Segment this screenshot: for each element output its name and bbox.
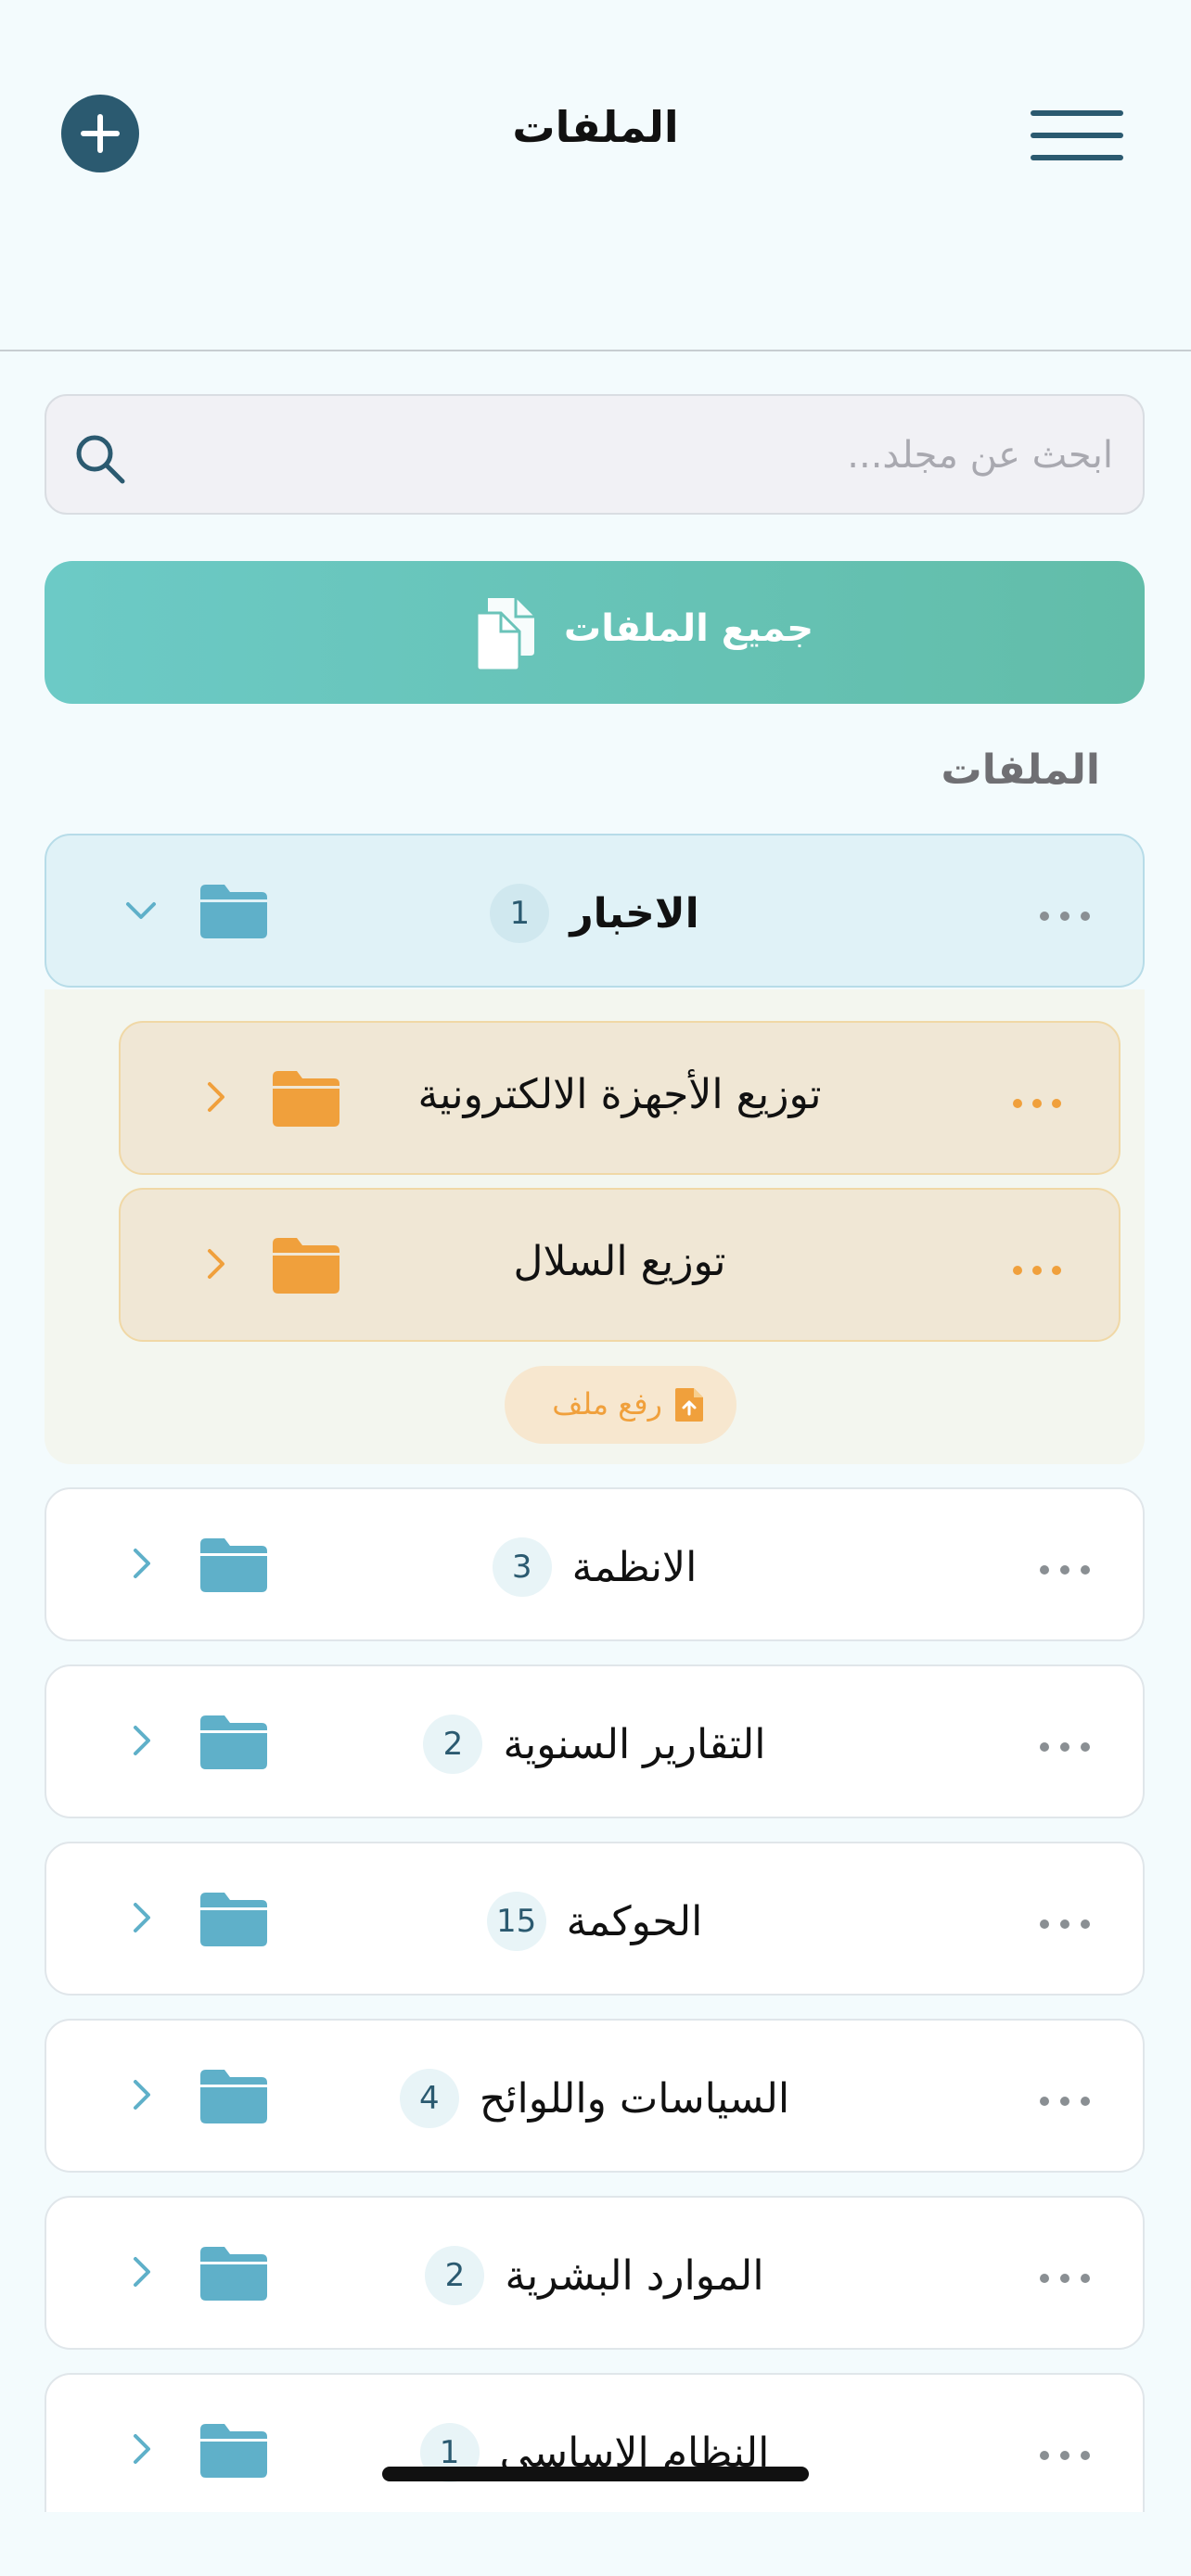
subfolder-row[interactable]: توزيع السلال — [119, 1188, 1121, 1342]
count-badge: 15 — [486, 1892, 546, 1951]
folder-row[interactable]: التقارير السنوية 2 — [45, 1664, 1145, 1818]
section-title: الملفات — [941, 746, 1100, 794]
count-badge: 1 — [490, 884, 550, 943]
more-options-icon[interactable] — [1037, 910, 1093, 923]
folder-label: السياسات واللوائح 4 — [46, 2069, 1143, 2128]
folder-name: الموارد البشرية — [505, 2251, 764, 2300]
folder-label: الحوكمة 15 — [46, 1892, 1143, 1951]
more-options-icon[interactable] — [1037, 1918, 1093, 1931]
search-input[interactable] — [167, 396, 1115, 515]
more-options-icon[interactable] — [1011, 1264, 1063, 1277]
folder-row[interactable]: السياسات واللوائح 4 — [45, 2019, 1145, 2173]
subfolder-name: توزيع السلال — [513, 1238, 726, 1285]
folder-label: الاخبار 1 — [46, 884, 1143, 943]
all-files-label: جميع الملفات — [564, 607, 814, 650]
home-indicator — [382, 2467, 809, 2481]
folder-row[interactable]: الاخبار 1 — [45, 834, 1145, 988]
more-options-icon[interactable] — [1037, 1741, 1093, 1753]
upload-file-icon — [675, 1388, 703, 1422]
more-options-icon[interactable] — [1037, 2272, 1093, 2285]
folder-name: السياسات واللوائح — [479, 2074, 790, 2123]
subfolder-panel: توزيع الأجهزة الالكترونية توزيع السلال ر… — [45, 989, 1145, 1464]
menu-button[interactable] — [1030, 108, 1124, 163]
upload-file-button[interactable]: رفع ملف — [505, 1366, 736, 1444]
folder-row[interactable]: الانظمة 3 — [45, 1487, 1145, 1641]
folder-label: التقارير السنوية 2 — [46, 1715, 1143, 1774]
folder-name: التقارير السنوية — [503, 1720, 766, 1768]
folder-row[interactable]: النظام الاساسي 1 — [45, 2373, 1145, 2512]
count-badge: 4 — [399, 2069, 459, 2128]
search-box — [45, 394, 1145, 515]
header: الملفات — [0, 0, 1191, 351]
subfolder-name: توزيع الأجهزة الالكترونية — [417, 1071, 822, 1118]
folder-row[interactable]: الموارد البشرية 2 — [45, 2196, 1145, 2350]
files-icon — [475, 598, 534, 672]
folder-name: الاخبار — [570, 889, 699, 937]
hamburger-menu-icon — [1031, 110, 1123, 160]
all-files-button[interactable]: جميع الملفات — [45, 561, 1145, 704]
folder-name: الانظمة — [571, 1543, 698, 1591]
more-options-icon[interactable] — [1011, 1097, 1063, 1110]
search-icon[interactable] — [72, 431, 128, 487]
upload-file-label: رفع ملف — [552, 1386, 662, 1422]
count-badge: 2 — [425, 2246, 485, 2305]
subfolder-row[interactable]: توزيع الأجهزة الالكترونية — [119, 1021, 1121, 1175]
folder-label: الانظمة 3 — [46, 1537, 1143, 1597]
count-badge: 3 — [492, 1537, 552, 1597]
folder-name: الحوكمة — [566, 1897, 703, 1945]
folder-row[interactable]: الحوكمة 15 — [45, 1842, 1145, 1996]
more-options-icon[interactable] — [1037, 2095, 1093, 2108]
more-options-icon[interactable] — [1037, 2449, 1093, 2462]
more-options-icon[interactable] — [1037, 1563, 1093, 1576]
folder-label: الموارد البشرية 2 — [46, 2246, 1143, 2305]
count-badge: 2 — [423, 1715, 483, 1774]
page-title: الملفات — [512, 102, 679, 152]
